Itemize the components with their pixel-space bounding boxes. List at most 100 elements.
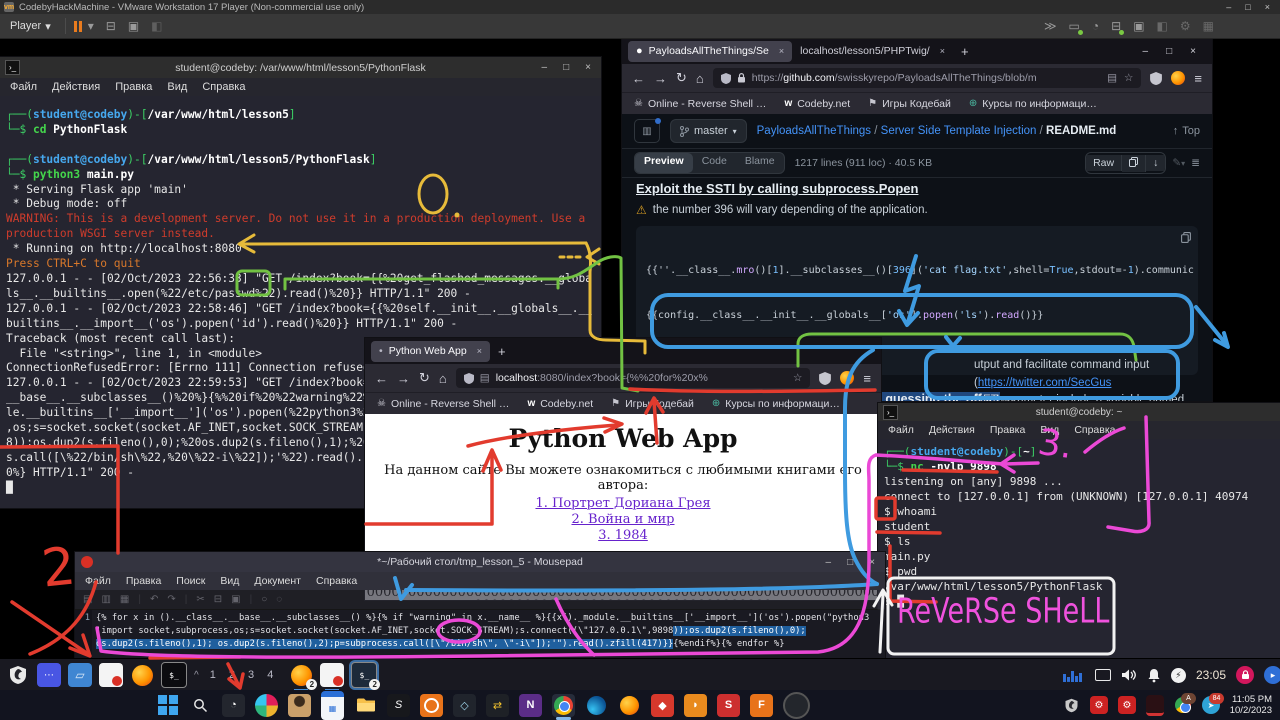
taskbar-terminal-window[interactable]: $_2: [351, 662, 377, 688]
tab-code[interactable]: Code: [693, 153, 736, 173]
mousepad-editor[interactable]: 1 {% for x in ().__class__.__base__.__su…: [75, 610, 885, 658]
taskbar-firefox-window[interactable]: 2: [289, 663, 313, 687]
mousepad-launcher-icon[interactable]: [99, 663, 123, 687]
home-button[interactable]: ⌂: [696, 71, 704, 86]
panel-chevron-icon[interactable]: ^: [194, 670, 199, 681]
close-button[interactable]: ×: [1190, 46, 1196, 57]
file-manager-icon[interactable]: ▱: [68, 663, 92, 687]
workspace-switcher[interactable]: 1 2 3 4: [210, 669, 279, 681]
menu-help[interactable]: Справка: [1074, 424, 1115, 436]
maximize-button[interactable]: □: [847, 557, 853, 568]
bookmark-reverse-shell[interactable]: ☠Online - Reverse Shell …: [377, 398, 509, 410]
minimize-button[interactable]: –: [542, 62, 548, 73]
close-button[interactable]: ×: [585, 62, 591, 73]
download-raw-icon[interactable]: ↓: [1146, 155, 1165, 171]
firefox-launcher-icon[interactable]: [130, 663, 154, 687]
tray-telegram-icon[interactable]: ➤84: [1202, 696, 1220, 714]
file-explorer-icon[interactable]: [354, 694, 377, 717]
copy-code-icon[interactable]: [1181, 232, 1191, 248]
sound-icon[interactable]: ◧: [1157, 19, 1168, 33]
back-button[interactable]: ←: [375, 371, 388, 386]
app-speedtest-icon[interactable]: ◔: [222, 694, 245, 717]
menu-file[interactable]: Файл: [85, 575, 111, 587]
vmware-minimize-button[interactable]: –: [1226, 2, 1231, 12]
menu-file[interactable]: Файл: [888, 424, 914, 436]
branch-selector-button[interactable]: master▾: [670, 119, 747, 143]
menu-search[interactable]: Поиск: [176, 575, 205, 587]
menu-document[interactable]: Документ: [254, 575, 301, 587]
edit-file-icon[interactable]: ✎▾: [1172, 157, 1185, 169]
menu-help[interactable]: Справка: [316, 575, 357, 587]
pause-dropdown-icon[interactable]: ▾: [88, 19, 94, 33]
new-tab-button[interactable]: +: [498, 344, 506, 359]
app-slack-icon[interactable]: [255, 694, 278, 717]
bookmark-courses[interactable]: ⊕Курсы по информаци…: [969, 98, 1097, 110]
flask-terminal-titlebar[interactable]: ›_ student@codeby: /var/www/html/lesson5…: [0, 57, 601, 78]
tab-close-icon[interactable]: ×: [477, 346, 482, 356]
network-adapter-icon[interactable]: ⊟: [1111, 19, 1121, 33]
menu-actions[interactable]: Действия: [52, 81, 100, 93]
vmware-maximize-button[interactable]: □: [1245, 2, 1250, 12]
tab-close-icon[interactable]: ×: [940, 46, 945, 56]
tray-chrome-icon[interactable]: A: [1174, 696, 1192, 714]
settings-gear-icon[interactable]: ⚙: [1180, 19, 1191, 33]
menu-file[interactable]: Файл: [10, 81, 37, 93]
reload-button[interactable]: ↻: [676, 70, 687, 86]
maximize-button[interactable]: □: [563, 62, 569, 73]
forward-button[interactable]: →: [654, 71, 667, 86]
file-tree-toggle-button[interactable]: ▥: [634, 119, 660, 143]
tray-gear2-icon[interactable]: ⚙: [1118, 696, 1136, 714]
tracking-shield-icon[interactable]: [721, 73, 731, 84]
cut-icon[interactable]: ✂: [196, 594, 204, 605]
volume-icon[interactable]: [1121, 668, 1137, 682]
redo-icon[interactable]: ↷: [167, 594, 175, 605]
open-file-icon[interactable]: ▥: [101, 594, 110, 605]
menu-edit[interactable]: Правка: [990, 424, 1025, 436]
edge-icon[interactable]: [585, 694, 608, 717]
cd-rom-icon[interactable]: ◔: [1092, 19, 1099, 33]
notification-bell-icon[interactable]: [1147, 668, 1161, 683]
firefox-account-icon[interactable]: [1171, 71, 1185, 85]
search-button[interactable]: [189, 694, 212, 717]
readme-heading-subprocess-popen[interactable]: Exploit the SSTI by calling subprocess.P…: [636, 181, 1212, 196]
tray-recorder-icon[interactable]: [1146, 695, 1164, 716]
outline-icon[interactable]: ≣: [1191, 157, 1200, 169]
minimize-button[interactable]: –: [1143, 46, 1149, 57]
menu-view[interactable]: Вид: [1040, 424, 1059, 436]
bookmark-courses[interactable]: ⊕Курсы по информаци…: [712, 398, 840, 410]
app-notes-icon[interactable]: S: [387, 694, 410, 717]
tray-kali-icon[interactable]: [1062, 696, 1080, 714]
bookmark-reverse-shell[interactable]: ☠Online - Reverse Shell …: [634, 98, 766, 110]
bookmark-games[interactable]: ⚑Игры Кодебай: [611, 398, 694, 410]
url-bar[interactable]: https://github.com/swisskyrepo/PayloadsA…: [713, 68, 1142, 88]
power-manager-icon[interactable]: ⚡: [1171, 668, 1186, 683]
menu-edit[interactable]: Правка: [115, 81, 152, 93]
windows-clock[interactable]: 11:05 PM 10/2/2023: [1230, 694, 1272, 716]
app-arrows-icon[interactable]: ⇄: [486, 694, 509, 717]
hard-disk-icon[interactable]: ▭: [1069, 19, 1080, 33]
pause-vm-button[interactable]: [74, 21, 82, 32]
devices-expand-icon[interactable]: ≫: [1044, 19, 1057, 33]
tab-python-web-app[interactable]: • Python Web App ×: [371, 341, 490, 362]
player-menu-button[interactable]: Player▾: [0, 20, 57, 33]
copy-raw-icon[interactable]: [1122, 155, 1146, 172]
maximize-button[interactable]: □: [1166, 46, 1172, 57]
menu-view[interactable]: Вид: [167, 81, 187, 93]
app-fl-icon[interactable]: ◗: [684, 694, 707, 717]
paste-icon[interactable]: ▣: [231, 594, 240, 605]
firefox-account-icon[interactable]: [840, 371, 854, 385]
editor-text[interactable]: {% for x in ().__class__.__base__.__subc…: [92, 610, 885, 658]
logout-icon[interactable]: ▸: [1264, 666, 1280, 684]
breadcrumb-repo-link[interactable]: PayloadsAllTheThings: [757, 125, 871, 137]
app-launcher-icon[interactable]: ⋯: [37, 663, 61, 687]
app-portrait-icon[interactable]: [288, 694, 311, 717]
tab-preview[interactable]: Preview: [635, 153, 693, 173]
undo-icon[interactable]: ↶: [150, 594, 158, 605]
save-file-icon[interactable]: ▦: [120, 594, 129, 605]
tracking-shield-icon[interactable]: [464, 373, 474, 384]
display-icon[interactable]: ▦: [1203, 19, 1214, 33]
app-calendar-icon[interactable]: ▦: [321, 691, 344, 720]
netcat-terminal-output[interactable]: ┌──(student@codeby)-[~]└─$ nc -nvlp 9898…: [878, 439, 1280, 660]
bookmark-games[interactable]: ⚑Игры Кодебай: [868, 98, 951, 110]
taskbar-mousepad-window[interactable]: [320, 663, 344, 687]
